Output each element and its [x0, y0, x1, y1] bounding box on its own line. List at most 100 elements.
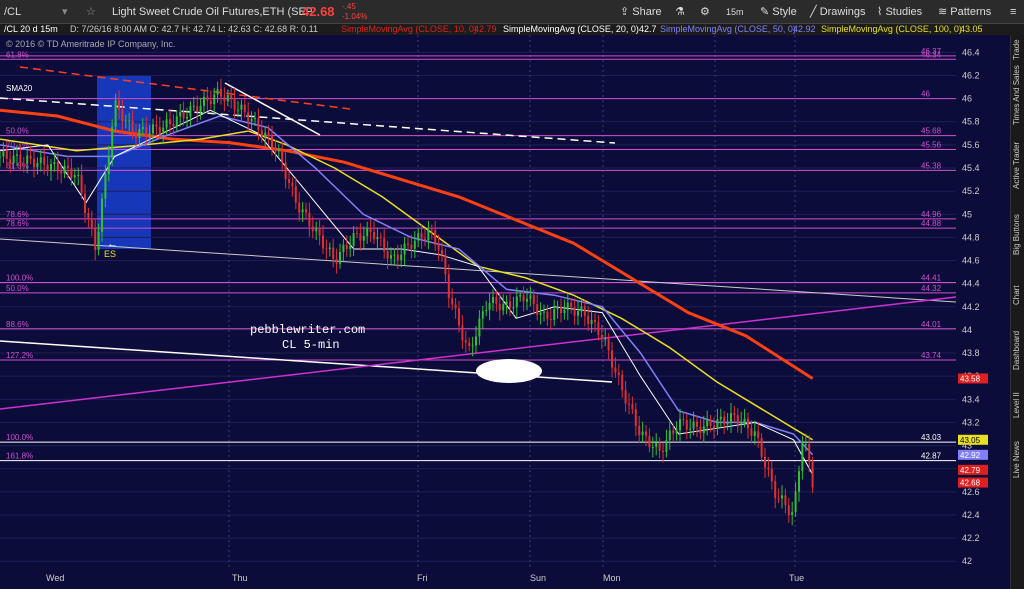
candle-body	[556, 306, 559, 310]
candle-body	[753, 431, 756, 437]
candle-body	[641, 431, 644, 436]
candle-body	[22, 163, 25, 165]
candle-body	[580, 306, 583, 312]
x-tick-label: Mon	[603, 573, 621, 583]
candle-body	[485, 310, 488, 312]
candle-body	[464, 340, 467, 343]
candle-body	[138, 128, 141, 139]
price-axis: 46.4 46.2 46 45.8 45.6 45.4 45.2 45 44.8 44.6 44.4…	[962, 47, 980, 566]
candle-body	[359, 233, 362, 241]
candle-body	[781, 495, 783, 499]
studies-button[interactable]: ⌇ Studies	[877, 0, 922, 24]
fib-right-label: 46	[921, 90, 930, 99]
candle-body	[271, 136, 273, 149]
y-tick-label: 43.4	[962, 394, 980, 404]
candle-body	[379, 237, 382, 239]
candle-body	[322, 235, 324, 249]
candle-body	[339, 251, 341, 264]
candle-body	[434, 230, 437, 245]
highlight-box	[97, 75, 151, 249]
share-button[interactable]: ⇪ Share	[620, 0, 662, 24]
candle-body	[233, 98, 236, 110]
candle-body	[454, 304, 457, 309]
price-chart[interactable]: 61.8%46.3446.374650.0%45.6870.7%45.5661.…	[0, 35, 1010, 589]
candle-body	[2, 151, 5, 157]
candle-body	[679, 419, 681, 431]
candle-body	[101, 198, 103, 232]
candle-body	[811, 461, 814, 488]
candle-body	[526, 298, 528, 302]
sidebar-tab-times-and-sales[interactable]: Times And Sales	[1010, 65, 1024, 125]
flask-icon[interactable]: ⚗	[675, 0, 685, 24]
candle-body	[665, 440, 668, 453]
candle-body	[386, 251, 389, 259]
candle-body	[332, 247, 335, 259]
candle-body	[383, 238, 386, 252]
sidebar-tab-trade[interactable]: Trade	[1010, 35, 1024, 65]
candle-body	[121, 109, 124, 122]
candle-body	[328, 247, 331, 250]
sidebar-tab-active-trader[interactable]: Active Trader	[1010, 135, 1024, 195]
interval-button[interactable]: 15m	[726, 0, 744, 24]
sidebar-tab-dashboard[interactable]: Dashboard	[1010, 325, 1024, 375]
dropdown-icon[interactable]: ▾	[62, 0, 68, 24]
candle-body	[209, 100, 212, 105]
candle-body	[9, 158, 12, 164]
candle-body	[311, 226, 314, 232]
menu-icon[interactable]: ≡	[1010, 0, 1016, 24]
candle-body	[685, 419, 688, 430]
sidebar-tab-level-ii[interactable]: Level II	[1010, 385, 1024, 425]
candle-body	[362, 236, 365, 241]
candle-body	[583, 306, 586, 316]
candle-body	[614, 367, 617, 373]
candle-body	[696, 421, 698, 427]
fib-right-label: 45.38	[921, 161, 942, 170]
candle-body	[794, 491, 797, 512]
gear-icon[interactable]: ⚙	[700, 0, 710, 24]
price-tag-label: 42.92	[960, 451, 981, 460]
favorite-icon[interactable]: ☆	[86, 0, 96, 24]
y-tick-label: 46.4	[962, 47, 980, 57]
drawings-label: Drawings	[819, 6, 866, 18]
candle-body	[172, 124, 175, 127]
candle-body	[662, 450, 664, 453]
sidebar-tab-chart[interactable]: Chart	[1010, 275, 1024, 315]
candle-body	[97, 231, 100, 251]
candle-body	[475, 336, 477, 346]
candle-body	[335, 258, 338, 264]
price-tag-label: 42.79	[960, 466, 981, 475]
candle-body	[543, 311, 545, 313]
candle-body	[318, 227, 321, 236]
candle-body	[16, 154, 18, 156]
style-button[interactable]: ✎ Style	[760, 0, 797, 24]
fib-right-label: 44.96	[921, 210, 942, 219]
candle-body	[189, 105, 192, 117]
y-tick-label: 46	[962, 94, 972, 104]
candle-body	[515, 296, 518, 308]
candle-body	[206, 96, 209, 101]
sidebar-tab-big-buttons[interactable]: Big Buttons	[1010, 205, 1024, 265]
annotation-ellipse	[476, 359, 542, 383]
candle-body	[135, 133, 137, 139]
candle-body	[165, 119, 168, 128]
fib-right-label: 44.01	[921, 320, 942, 329]
candle-body	[587, 315, 590, 325]
fib-left-label: 161.8%	[6, 452, 33, 461]
candle-body	[345, 244, 348, 250]
fib-right-label: 42.87	[921, 452, 942, 461]
candle-body	[53, 162, 56, 165]
drawings-button[interactable]: ╱ Drawings	[810, 0, 866, 24]
candle-body	[277, 149, 280, 152]
candle-body	[298, 202, 301, 213]
symbol-field[interactable]: /CL	[4, 0, 21, 24]
chart-description: /CL 20 d 15m	[4, 24, 58, 34]
candle-body	[607, 338, 610, 351]
patterns-button[interactable]: ≋ Patterns	[938, 0, 991, 24]
candle-body	[645, 431, 647, 436]
candle-body	[689, 428, 692, 430]
sidebar-tab-live-news[interactable]: Live News	[1010, 435, 1024, 485]
info-bar: /CL 20 d 15m D: 7/26/16 8:00 AM O: 42.7 …	[0, 24, 1024, 35]
candle-body	[709, 419, 712, 427]
candle-body	[373, 231, 375, 240]
y-tick-label: 43.8	[962, 348, 980, 358]
